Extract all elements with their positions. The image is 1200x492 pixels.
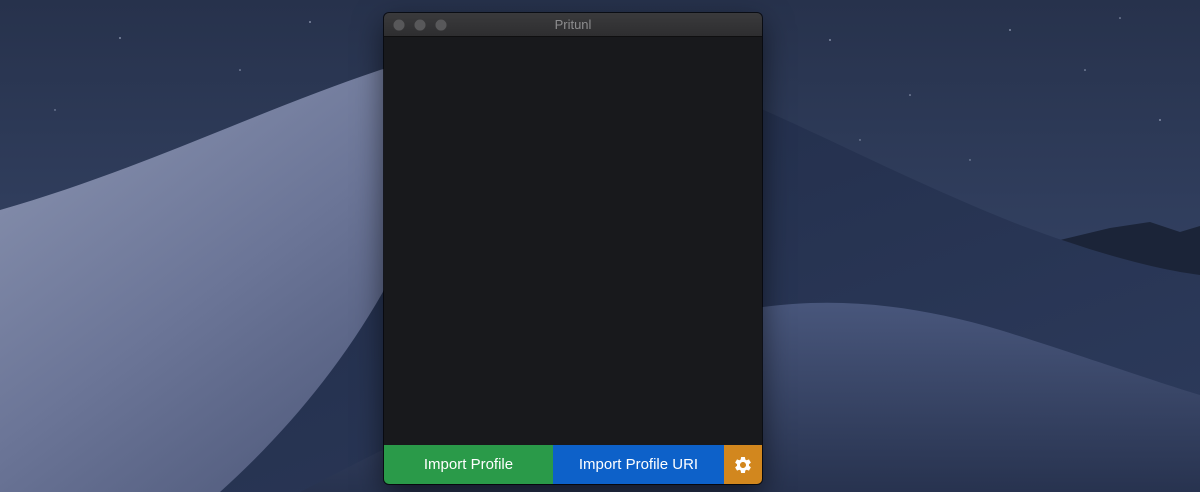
profiles-list-area <box>384 37 762 445</box>
desktop: Pritunl Import Profile Import Profile UR… <box>0 0 1200 492</box>
window-titlebar[interactable]: Pritunl <box>384 13 762 37</box>
gear-icon <box>735 456 751 473</box>
import-profile-uri-button[interactable]: Import Profile URI <box>553 445 724 484</box>
settings-button[interactable] <box>724 445 762 484</box>
window-title: Pritunl <box>554 17 592 32</box>
pritunl-window: Pritunl Import Profile Import Profile UR… <box>384 13 762 484</box>
footer-toolbar: Import Profile Import Profile URI <box>384 445 762 484</box>
import-profile-button[interactable]: Import Profile <box>384 445 553 484</box>
